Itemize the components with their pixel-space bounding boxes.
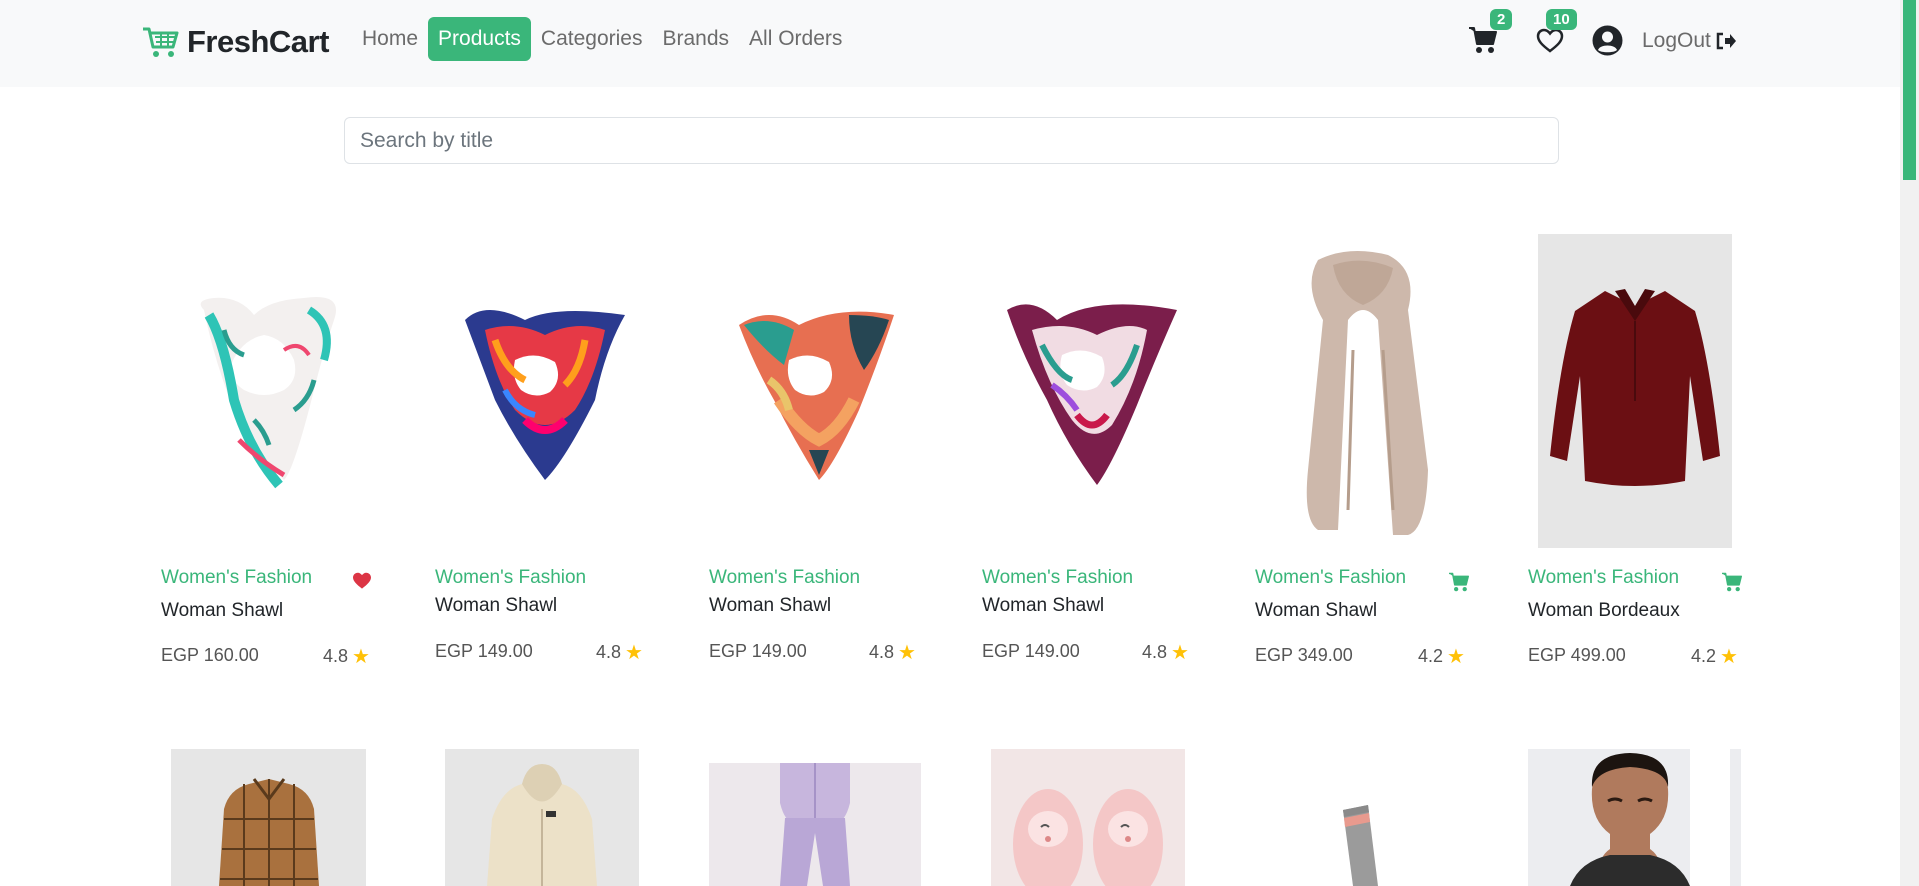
product-card[interactable]: Women's Fashion Woman Bordeaux EGP 499.0… bbox=[1528, 230, 1763, 680]
star-icon: ★ bbox=[1447, 646, 1465, 668]
product-image[interactable] bbox=[161, 230, 376, 550]
nav-link-products[interactable]: Products bbox=[428, 17, 531, 61]
star-icon: ★ bbox=[625, 642, 643, 664]
scrollbar-thumb[interactable] bbox=[1903, 0, 1916, 180]
navbar: FreshCart Home Products Categories Brand… bbox=[0, 0, 1900, 87]
nav-link-home[interactable]: Home bbox=[352, 17, 428, 61]
product-card[interactable]: Women's Fashion Woman Shawl EGP 149.00 4… bbox=[435, 230, 670, 680]
product-title: Woman Shawl bbox=[1255, 600, 1378, 621]
product-image[interactable] bbox=[171, 749, 366, 886]
product-price: EGP 349.00 bbox=[1255, 645, 1353, 665]
product-image[interactable] bbox=[982, 230, 1197, 550]
product-price: EGP 160.00 bbox=[161, 645, 259, 665]
user-circle-icon bbox=[1592, 25, 1623, 56]
rating-value: 4.2 bbox=[1418, 646, 1444, 666]
cart-icon[interactable] bbox=[1721, 572, 1743, 597]
product-image[interactable] bbox=[709, 230, 924, 550]
product-price: EGP 149.00 bbox=[709, 641, 807, 661]
nav-link-all-orders[interactable]: All Orders bbox=[739, 17, 852, 61]
logout-label: LogOut bbox=[1642, 29, 1711, 52]
product-title: Woman Bordeaux bbox=[1528, 600, 1680, 621]
product-category: Women's Fashion bbox=[1528, 567, 1680, 588]
wishlist-button[interactable] bbox=[1536, 28, 1564, 59]
brand-logo[interactable]: FreshCart bbox=[141, 24, 329, 60]
product-image[interactable] bbox=[1255, 230, 1470, 550]
product-title: Woman Shawl bbox=[709, 595, 832, 616]
cart-count-badge: 2 bbox=[1490, 9, 1513, 30]
product-image[interactable] bbox=[1528, 749, 1741, 886]
product-category: Women's Fashion bbox=[435, 567, 587, 588]
product-rating: 4.2 ★ bbox=[1418, 644, 1465, 669]
product-category: Women's Fashion bbox=[1255, 567, 1407, 588]
logout-button[interactable]: LogOut bbox=[1642, 29, 1737, 53]
nav-link-brands[interactable]: Brands bbox=[652, 17, 739, 61]
product-image[interactable] bbox=[1255, 790, 1470, 886]
product-rating: 4.8 ★ bbox=[596, 640, 643, 665]
nav-link-categories[interactable]: Categories bbox=[531, 17, 653, 61]
rating-value: 4.8 bbox=[1142, 642, 1168, 662]
product-category: Women's Fashion bbox=[982, 567, 1134, 588]
profile-button[interactable] bbox=[1592, 25, 1623, 61]
product-image[interactable] bbox=[991, 749, 1185, 886]
product-title: Woman Shawl bbox=[161, 600, 284, 621]
product-rating: 4.2 ★ bbox=[1691, 644, 1738, 669]
star-icon: ★ bbox=[898, 642, 916, 664]
wishlist-count-badge: 10 bbox=[1546, 9, 1577, 30]
product-category: Women's Fashion bbox=[709, 567, 861, 588]
star-icon: ★ bbox=[1171, 642, 1189, 664]
nav-links: Home Products Categories Brands All Orde… bbox=[352, 17, 852, 61]
product-rating: 4.8 ★ bbox=[869, 640, 916, 665]
product-title: Woman Shawl bbox=[435, 595, 558, 616]
product-image[interactable] bbox=[709, 763, 921, 886]
product-image[interactable] bbox=[445, 749, 639, 886]
cart-button[interactable] bbox=[1468, 26, 1498, 59]
sign-out-icon bbox=[1716, 32, 1736, 50]
search-input[interactable] bbox=[344, 117, 1559, 164]
product-rating: 4.8 ★ bbox=[1142, 640, 1189, 665]
rating-value: 4.8 bbox=[869, 642, 895, 662]
brand-name: FreshCart bbox=[187, 24, 329, 59]
product-card[interactable]: Women's Fashion Woman Shawl EGP 149.00 4… bbox=[982, 230, 1217, 680]
heart-outline-icon bbox=[1536, 28, 1564, 53]
product-price: EGP 499.00 bbox=[1528, 645, 1626, 665]
cart-icon[interactable] bbox=[1448, 572, 1470, 597]
rating-value: 4.8 bbox=[323, 646, 349, 666]
shopping-cart-logo-icon bbox=[141, 25, 181, 59]
product-card[interactable]: Women's Fashion Woman Shawl EGP 349.00 4… bbox=[1255, 230, 1490, 680]
product-price: EGP 149.00 bbox=[435, 641, 533, 661]
product-title: Woman Shawl bbox=[982, 595, 1105, 616]
star-icon: ★ bbox=[1720, 646, 1738, 668]
rating-value: 4.8 bbox=[596, 642, 622, 662]
product-category: Women's Fashion bbox=[161, 567, 313, 588]
product-rating: 4.8 ★ bbox=[323, 644, 370, 669]
rating-value: 4.2 bbox=[1691, 646, 1717, 666]
product-image[interactable] bbox=[1538, 234, 1732, 548]
product-price: EGP 149.00 bbox=[982, 641, 1080, 661]
product-card[interactable]: Women's Fashion Woman Shawl EGP 160.00 4… bbox=[161, 230, 396, 680]
heart-filled-icon[interactable] bbox=[352, 572, 372, 595]
product-image[interactable] bbox=[435, 230, 650, 550]
star-icon: ★ bbox=[352, 646, 370, 668]
cart-icon bbox=[1469, 27, 1497, 53]
product-card[interactable]: Women's Fashion Woman Shawl EGP 149.00 4… bbox=[709, 230, 944, 680]
